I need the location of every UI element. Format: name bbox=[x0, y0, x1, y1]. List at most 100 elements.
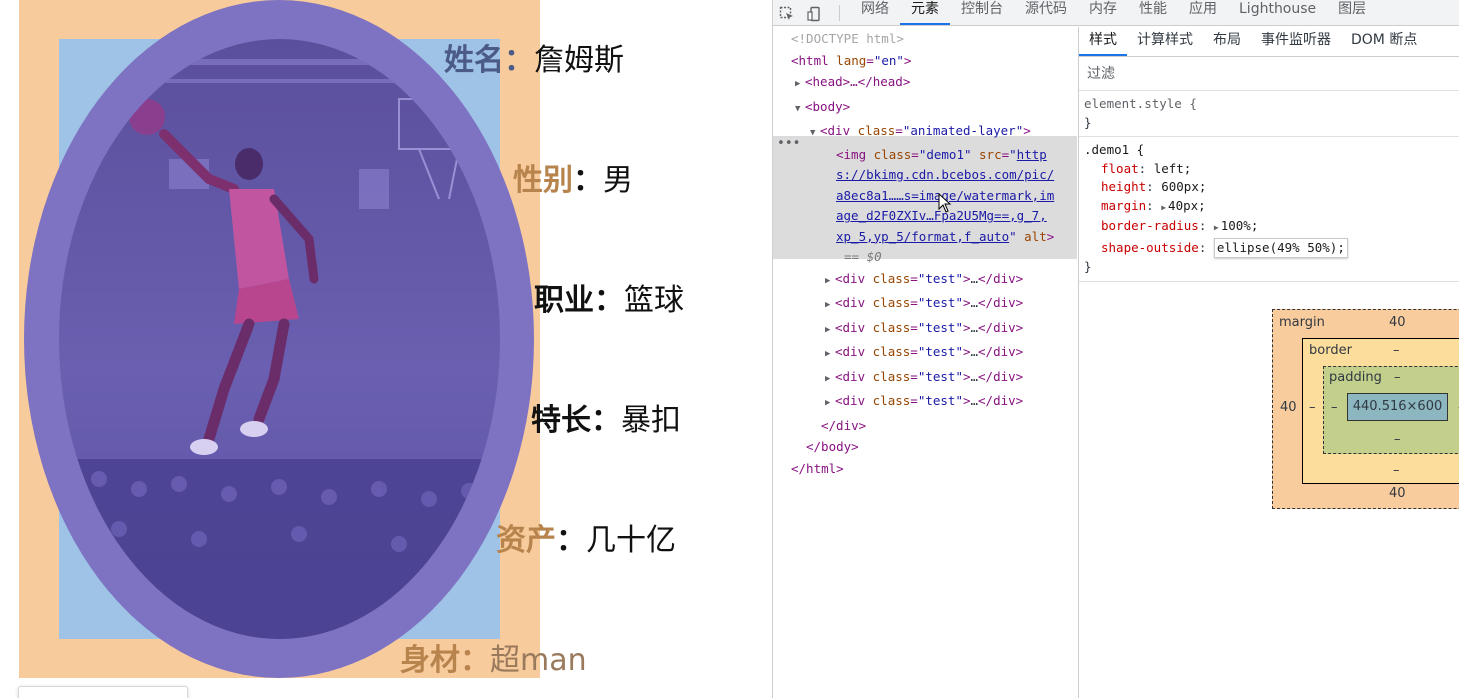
css-declaration[interactable]: shape-outside: ellipse(49% 50%); bbox=[1084, 237, 1459, 258]
devtools-tab[interactable]: 性能 bbox=[1128, 1, 1178, 25]
expand-arrow-icon[interactable]: ▶ bbox=[825, 271, 835, 293]
css-property-name[interactable]: margin bbox=[1101, 198, 1146, 213]
dom-div-test[interactable]: ▶ <div class="test">…</div> bbox=[773, 292, 1077, 317]
info-sep: ： bbox=[594, 283, 624, 318]
dunk-image-icon bbox=[59, 39, 500, 639]
info-value: 詹姆斯 bbox=[534, 43, 624, 78]
dom-div-close[interactable]: </div> bbox=[773, 415, 1077, 437]
padding-left-value[interactable]: – bbox=[1331, 400, 1338, 415]
styles-subtab[interactable]: DOM 断点 bbox=[1341, 30, 1427, 56]
info-value: 几十亿 bbox=[586, 523, 676, 558]
border-label: border bbox=[1309, 343, 1352, 358]
expand-arrow-icon[interactable]: ▶ bbox=[825, 369, 835, 391]
player-photo[interactable] bbox=[59, 39, 500, 639]
css-property-value[interactable]: 600px; bbox=[1161, 179, 1206, 194]
box-model-border[interactable]: border – – – padding – – – – 440.516×600 bbox=[1302, 338, 1459, 484]
devtools-tab[interactable]: 内存 bbox=[1078, 1, 1128, 25]
expand-arrow-icon[interactable]: ▶ bbox=[825, 320, 835, 342]
css-declaration[interactable]: height: 600px; bbox=[1084, 178, 1459, 197]
devtools-tab[interactable]: 应用 bbox=[1178, 1, 1228, 25]
info-key: 姓名 bbox=[444, 43, 504, 78]
dom-div-test[interactable]: ▶ <div class="test">…</div> bbox=[773, 317, 1077, 342]
element-style-rule[interactable]: element.style { } bbox=[1079, 91, 1459, 137]
css-declaration[interactable]: border-radius: ▶ 100%; bbox=[1084, 217, 1459, 238]
devtools-toolbar: 网络 元素 控制台 源代码 内存 性能 应用 Lighthouse 图层 bbox=[773, 0, 1459, 26]
devtools-tabs: 网络 元素 控制台 源代码 内存 性能 应用 Lighthouse 图层 bbox=[850, 1, 1377, 25]
info-sep: ： bbox=[504, 43, 534, 78]
css-property-value[interactable]: left; bbox=[1154, 161, 1192, 176]
collapse-arrow-icon[interactable]: ▼ bbox=[795, 99, 805, 121]
box-model-content[interactable]: 440.516×600 bbox=[1347, 393, 1448, 421]
css-declaration[interactable]: margin: ▶ 40px; bbox=[1084, 197, 1459, 218]
expand-arrow-icon[interactable]: ▶ bbox=[795, 74, 805, 96]
expand-shorthand-icon[interactable]: ▶ bbox=[1214, 219, 1219, 238]
rule-selector[interactable]: .demo1 { bbox=[1084, 142, 1144, 157]
dom-head[interactable]: ▶ <head>…</head> bbox=[773, 71, 1077, 96]
expand-shorthand-icon[interactable]: ▶ bbox=[1161, 199, 1166, 218]
img-src-link[interactable]: s://bkimg.cdn.bcebos.com/pic/ bbox=[836, 167, 1054, 182]
dom-img-demo1[interactable]: <img class="demo1" src="http s://bkimg.c… bbox=[773, 145, 1077, 268]
device-toggle-icon[interactable] bbox=[801, 3, 829, 25]
info-key: 身材 bbox=[400, 643, 460, 678]
styles-subtab[interactable]: 布局 bbox=[1203, 30, 1251, 56]
devtools-tab[interactable]: 网络 bbox=[850, 1, 900, 25]
padding-top-value[interactable]: – bbox=[1394, 370, 1401, 385]
dom-div-test[interactable]: ▶ <div class="test">…</div> bbox=[773, 268, 1077, 293]
css-property-name[interactable]: float bbox=[1101, 161, 1139, 176]
dom-html[interactable]: <html lang="en"> bbox=[773, 50, 1077, 72]
devtools-tab[interactable]: 控制台 bbox=[950, 1, 1014, 25]
dom-div-test[interactable]: ▶ <div class="test">…</div> bbox=[773, 341, 1077, 366]
styles-subtab[interactable]: 计算样式 bbox=[1127, 30, 1203, 56]
padding-label: padding bbox=[1329, 370, 1382, 385]
devtools-tab[interactable]: 元素 bbox=[900, 1, 950, 25]
expand-arrow-icon[interactable]: ▶ bbox=[825, 295, 835, 317]
css-property-name[interactable]: height bbox=[1101, 179, 1146, 194]
dom-doctype[interactable]: <!DOCTYPE html> bbox=[773, 28, 1077, 50]
box-model-padding[interactable]: padding – – – – 440.516×600 bbox=[1323, 366, 1459, 454]
devtools-tab[interactable]: Lighthouse bbox=[1228, 1, 1327, 25]
img-src-link[interactable]: xp_5,yp_5/format,f_auto bbox=[836, 229, 1009, 244]
css-property-name[interactable]: border-radius bbox=[1101, 218, 1199, 233]
styles-subtab[interactable]: 样式 bbox=[1079, 30, 1127, 56]
dom-body-close[interactable]: </body> bbox=[773, 436, 1077, 458]
img-src-link[interactable]: http bbox=[1017, 147, 1047, 162]
styles-pane: 样式 计算样式 布局 事件监听器 DOM 断点 过滤 element.style { }… bbox=[1078, 27, 1459, 698]
dom-body[interactable]: ▼ <body> bbox=[773, 96, 1077, 121]
css-property-value[interactable]: 100%; bbox=[1221, 218, 1259, 233]
expand-arrow-icon[interactable]: ▶ bbox=[825, 393, 835, 415]
dom-div-test[interactable]: ▶ <div class="test">…</div> bbox=[773, 390, 1077, 415]
margin-label: margin bbox=[1279, 315, 1325, 330]
dom-div-test[interactable]: ▶ <div class="test">…</div> bbox=[773, 366, 1077, 391]
devtools-tab[interactable]: 源代码 bbox=[1014, 1, 1078, 25]
demo1-rule[interactable]: .demo1 { float: left; height: 600px; margi… bbox=[1079, 137, 1459, 282]
box-model-margin[interactable]: margin 40 40 40 border – – – padding – –… bbox=[1272, 309, 1459, 509]
info-value: 超man bbox=[490, 643, 587, 678]
css-property-name[interactable]: shape-outside bbox=[1101, 240, 1199, 255]
border-left-value[interactable]: – bbox=[1309, 400, 1316, 415]
css-value-editor[interactable]: ellipse(49% 50%); bbox=[1213, 237, 1348, 258]
styles-filter-input[interactable]: 过滤 bbox=[1079, 57, 1459, 91]
margin-bottom-value[interactable]: 40 bbox=[1389, 486, 1406, 501]
shape-outside-highlight bbox=[24, 0, 534, 678]
inspect-icon[interactable] bbox=[773, 3, 801, 25]
info-sep: ： bbox=[460, 643, 490, 678]
info-sep: ： bbox=[556, 523, 586, 558]
toolbar-separator bbox=[839, 5, 840, 21]
margin-top-value[interactable]: 40 bbox=[1389, 315, 1406, 330]
padding-bottom-value[interactable]: – bbox=[1394, 432, 1401, 447]
css-property-value[interactable]: 40px; bbox=[1168, 198, 1206, 213]
info-line-gender: 性别：男 bbox=[513, 161, 633, 201]
devtools-tab[interactable]: 图层 bbox=[1327, 1, 1377, 25]
css-declaration[interactable]: float: left; bbox=[1084, 160, 1459, 179]
border-bottom-value[interactable]: – bbox=[1393, 463, 1400, 478]
collapse-arrow-icon[interactable]: ▼ bbox=[810, 123, 820, 145]
expand-arrow-icon[interactable]: ▶ bbox=[825, 344, 835, 366]
dom-html-close[interactable]: </html> bbox=[773, 458, 1077, 480]
styles-subtab[interactable]: 事件监听器 bbox=[1251, 30, 1341, 56]
info-sep: ： bbox=[591, 403, 621, 438]
dom-animated-layer[interactable]: ▼ <div class="animated-layer"> bbox=[773, 120, 1077, 145]
devtools-panel: 网络 元素 控制台 源代码 内存 性能 应用 Lighthouse 图层 ••• <!DOCTY… bbox=[772, 0, 1459, 698]
border-top-value[interactable]: – bbox=[1393, 343, 1400, 358]
margin-left-value[interactable]: 40 bbox=[1280, 400, 1297, 415]
rule-close-brace: } bbox=[1084, 114, 1092, 130]
